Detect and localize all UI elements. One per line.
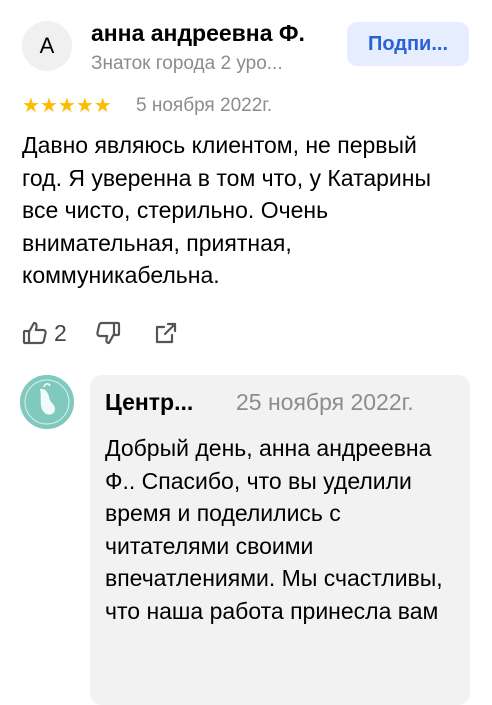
thumbs-up-icon[interactable]: [22, 320, 48, 346]
reply-author-name[interactable]: Центр...: [105, 389, 193, 416]
author-avatar[interactable]: А: [22, 21, 72, 71]
like-count: 2: [54, 319, 67, 346]
review-text: Давно являюсь клиентом, не первый год. Я…: [22, 132, 432, 288]
avatar-letter: А: [39, 33, 55, 58]
subscribe-button[interactable]: Подпи...: [347, 22, 469, 66]
star-icon: ★: [93, 95, 112, 117]
share-icon[interactable]: [153, 320, 179, 346]
star-icon: ★: [39, 95, 58, 117]
reply-date: 25 ноября 2022г.: [236, 389, 414, 415]
company-logo[interactable]: [20, 375, 74, 429]
thumbs-down-icon[interactable]: [95, 320, 121, 346]
star-icon: ★: [22, 95, 40, 117]
rating-stars: ★ ★ ★ ★ ★: [22, 96, 112, 116]
author-level: Знаток города 2 уро...: [91, 53, 283, 74]
reply-text: Добрый день, анна андреевна Ф.. Спасибо,…: [105, 435, 443, 624]
review-date: 5 ноября 2022г.: [136, 95, 273, 116]
star-icon: ★: [57, 95, 76, 117]
review-actions: 2: [22, 318, 179, 348]
star-icon: ★: [75, 95, 94, 117]
author-name[interactable]: анна андреевна Ф.: [91, 20, 305, 47]
